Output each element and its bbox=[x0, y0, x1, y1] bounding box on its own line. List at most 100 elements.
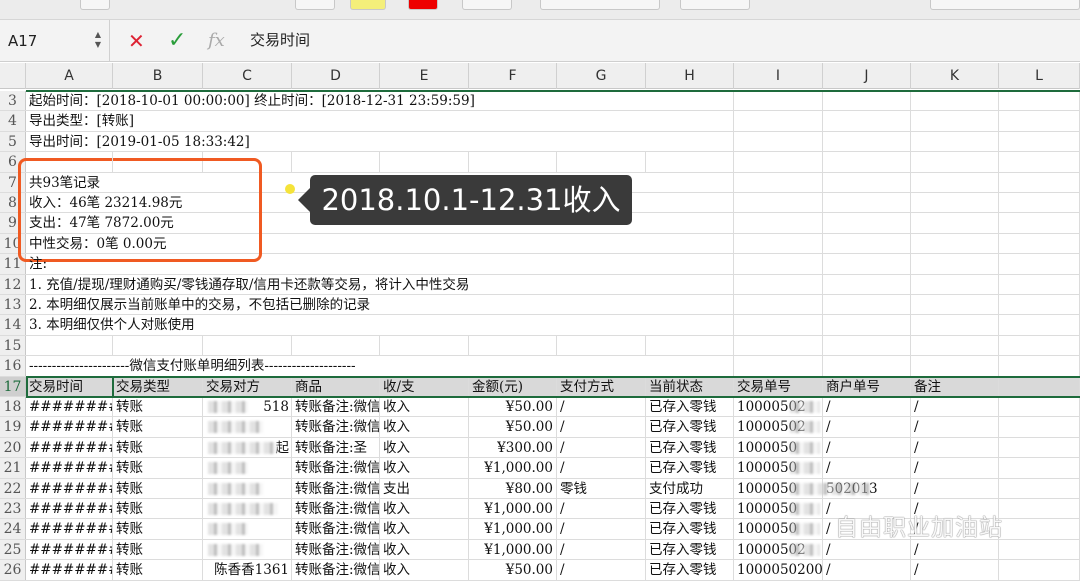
cell-k21[interactable]: / bbox=[911, 458, 999, 478]
cell-a3[interactable]: 起始时间：[2018-10-01 00:00:00] 终止时间：[2018-12… bbox=[26, 91, 475, 110]
cell-j21[interactable]: / bbox=[823, 458, 911, 478]
cell-a12[interactable]: 1. 充值/提现/理财通购买/零钱通存取/信用卡还款等交易，将计入中性交易 bbox=[26, 275, 469, 294]
cell-f6[interactable] bbox=[469, 152, 557, 172]
cell-i13[interactable] bbox=[734, 295, 823, 315]
cell-f14[interactable] bbox=[469, 315, 557, 334]
cell-a8[interactable]: 收入：46笔 23214.98元 bbox=[26, 193, 182, 212]
cell-h24[interactable]: 已存入零钱 bbox=[646, 519, 734, 539]
cell-i5[interactable] bbox=[734, 131, 823, 152]
cell-l11[interactable] bbox=[999, 254, 1080, 274]
select-all-corner[interactable] bbox=[0, 63, 26, 89]
cell-a18[interactable]: ########### bbox=[26, 397, 113, 417]
cell-d4[interactable] bbox=[292, 111, 380, 130]
row-header[interactable]: 15 bbox=[0, 335, 26, 356]
cell-a16[interactable]: ----------------------微信支付账单明细列表--------… bbox=[26, 356, 356, 375]
cell-h16[interactable] bbox=[646, 356, 734, 376]
cell-g24[interactable]: / bbox=[557, 519, 646, 539]
cell-a13[interactable]: 2. 本明细仅展示当前账单中的交易，不包括已删除的记录 bbox=[26, 295, 370, 314]
cell-i7[interactable] bbox=[734, 172, 823, 192]
cell-e21[interactable]: 收入 bbox=[380, 458, 469, 478]
cell-a25[interactable]: ########### bbox=[26, 539, 113, 560]
cell-j12[interactable] bbox=[823, 274, 911, 294]
cell-f16[interactable] bbox=[469, 356, 557, 375]
cell-i9[interactable] bbox=[734, 213, 823, 233]
cell-g26[interactable]: / bbox=[557, 560, 646, 580]
cell-l16[interactable] bbox=[999, 356, 1080, 376]
cell-a9[interactable]: 支出：47笔 7872.00元 bbox=[26, 213, 174, 232]
cell-l9[interactable] bbox=[999, 213, 1080, 233]
cell-l6[interactable] bbox=[999, 152, 1080, 172]
cell-k26[interactable]: / bbox=[911, 560, 999, 580]
cell-f13[interactable] bbox=[469, 295, 557, 314]
cell-f23[interactable]: ¥1,000.00 bbox=[469, 499, 557, 519]
border-button[interactable] bbox=[295, 0, 335, 10]
cell-l14[interactable] bbox=[999, 315, 1080, 335]
cell-g25[interactable]: / bbox=[557, 539, 646, 560]
column-header-k[interactable]: K bbox=[911, 63, 999, 89]
cell-j20[interactable]: / bbox=[823, 437, 911, 458]
cell-k12[interactable] bbox=[911, 274, 999, 294]
cell-b19[interactable]: 转账 bbox=[113, 417, 203, 437]
column-header-d[interactable]: D bbox=[292, 63, 380, 89]
format-painter-button[interactable] bbox=[80, 0, 110, 10]
cell-j15[interactable] bbox=[823, 335, 911, 356]
cell-k18[interactable]: / bbox=[911, 397, 999, 417]
font-color-button[interactable] bbox=[408, 0, 438, 10]
cell-l21[interactable] bbox=[999, 458, 1080, 478]
cell-c15[interactable] bbox=[203, 335, 292, 356]
cell-b18[interactable]: 转账 bbox=[113, 397, 203, 417]
cell-a19[interactable]: ########### bbox=[26, 417, 113, 437]
style-button[interactable] bbox=[462, 0, 512, 10]
cell-d26[interactable]: 转账备注:微信 bbox=[292, 560, 380, 580]
cell-f12[interactable] bbox=[469, 275, 557, 294]
cell-c26[interactable]: 陈香香1361 bbox=[203, 560, 292, 580]
cell-h15[interactable] bbox=[646, 335, 734, 356]
cell-h22[interactable]: 支付成功 bbox=[646, 478, 734, 498]
cell-h3[interactable] bbox=[646, 91, 734, 111]
cell-g18[interactable]: / bbox=[557, 397, 646, 417]
row-header[interactable]: 13 bbox=[0, 295, 26, 315]
cell-b25[interactable]: 转账 bbox=[113, 539, 203, 560]
cell-j19[interactable]: / bbox=[823, 417, 911, 437]
cell-k8[interactable] bbox=[911, 193, 999, 213]
cell-a11[interactable]: 注: bbox=[26, 254, 113, 273]
row-header[interactable]: 26 bbox=[0, 560, 26, 580]
cell-a26[interactable]: ########### bbox=[26, 560, 113, 580]
cell-j16[interactable] bbox=[823, 356, 911, 376]
column-header-j[interactable]: J bbox=[823, 63, 911, 89]
cell-g22[interactable]: 零钱 bbox=[557, 478, 646, 498]
cell-h18[interactable]: 已存入零钱 bbox=[646, 397, 734, 417]
cell-e26[interactable]: 收入 bbox=[380, 560, 469, 580]
cell-k14[interactable] bbox=[911, 315, 999, 335]
cell-b22[interactable]: 转账 bbox=[113, 478, 203, 498]
cell-h5[interactable] bbox=[646, 131, 734, 152]
cell-e15[interactable] bbox=[380, 335, 469, 356]
cell-l4[interactable] bbox=[999, 111, 1080, 131]
cell-i8[interactable] bbox=[734, 193, 823, 213]
cell-g12[interactable] bbox=[557, 275, 646, 294]
cell-g10[interactable] bbox=[557, 234, 646, 253]
cell-a7[interactable]: 共93笔记录 bbox=[26, 173, 113, 192]
cell-l3[interactable] bbox=[999, 91, 1080, 111]
row-header[interactable]: 16 bbox=[0, 356, 26, 376]
cell-l12[interactable] bbox=[999, 274, 1080, 294]
cell-h19[interactable]: 已存入零钱 bbox=[646, 417, 734, 437]
cell-j8[interactable] bbox=[823, 193, 911, 213]
cell-l15[interactable] bbox=[999, 335, 1080, 356]
column-header-h[interactable]: H bbox=[646, 63, 734, 89]
row-header[interactable]: 4 bbox=[0, 111, 26, 131]
cell-b26[interactable]: 转账 bbox=[113, 560, 203, 580]
row-header[interactable]: 20 bbox=[0, 437, 26, 458]
cell-j14[interactable] bbox=[823, 315, 911, 335]
cell-h11[interactable] bbox=[646, 254, 734, 274]
column-header-i[interactable]: I bbox=[734, 63, 823, 89]
cell-h6[interactable] bbox=[646, 152, 734, 172]
cell-l7[interactable] bbox=[999, 172, 1080, 192]
cell-l24[interactable] bbox=[999, 519, 1080, 539]
column-header-e[interactable]: E bbox=[380, 63, 469, 89]
cell-k5[interactable] bbox=[911, 131, 999, 152]
cell-a21[interactable]: ########### bbox=[26, 458, 113, 478]
cell-j25[interactable]: / bbox=[823, 539, 911, 560]
cell-e20[interactable]: 收入 bbox=[380, 437, 469, 458]
column-header-l[interactable]: L bbox=[999, 63, 1080, 89]
